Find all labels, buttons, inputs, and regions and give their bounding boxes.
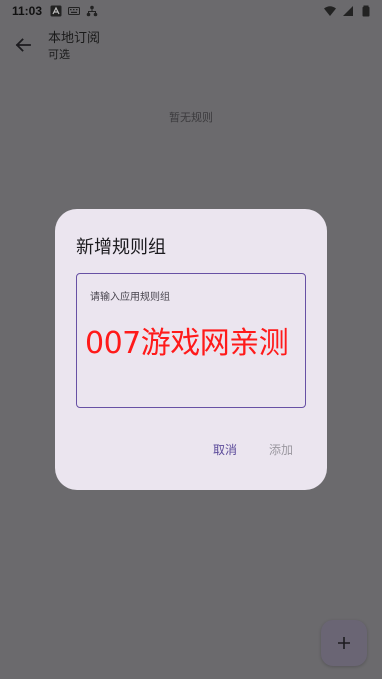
title-block: 本地订阅 可选 [48, 30, 100, 62]
keyboard-icon [68, 7, 81, 15]
app-bar: 本地订阅 可选 [0, 22, 382, 68]
add-button[interactable]: 添加 [269, 441, 293, 458]
watermark-overlay-text: 007游戏网亲测 [85, 326, 289, 361]
network-tree-icon [86, 5, 98, 17]
add-rule-group-dialog: 新增规则组 请输入应用规则组 007游戏网亲测 取消 添加 [55, 209, 327, 490]
cancel-button[interactable]: 取消 [213, 441, 237, 458]
add-fab-button[interactable] [321, 620, 367, 666]
arrow-back-icon [15, 38, 31, 52]
empty-state-text: 暂无规则 [169, 111, 213, 124]
page-subtitle: 可选 [48, 48, 70, 61]
status-bar: 11:03 [0, 0, 382, 22]
status-time: 11:03 [12, 4, 43, 18]
notification-icons [50, 5, 98, 17]
dialog-title: 新增规则组 [76, 237, 166, 258]
system-icons [324, 5, 372, 17]
a-notification-icon [50, 5, 62, 17]
battery-icon [362, 5, 370, 17]
wifi-icon [324, 6, 336, 16]
back-button[interactable] [10, 32, 36, 58]
plus-icon [338, 637, 350, 649]
page-title: 本地订阅 [48, 31, 101, 46]
signal-icon [343, 6, 353, 16]
input-placeholder: 请输入应用规则组 [90, 292, 170, 303]
rule-group-input[interactable]: 请输入应用规则组 007游戏网亲测 [76, 273, 306, 408]
